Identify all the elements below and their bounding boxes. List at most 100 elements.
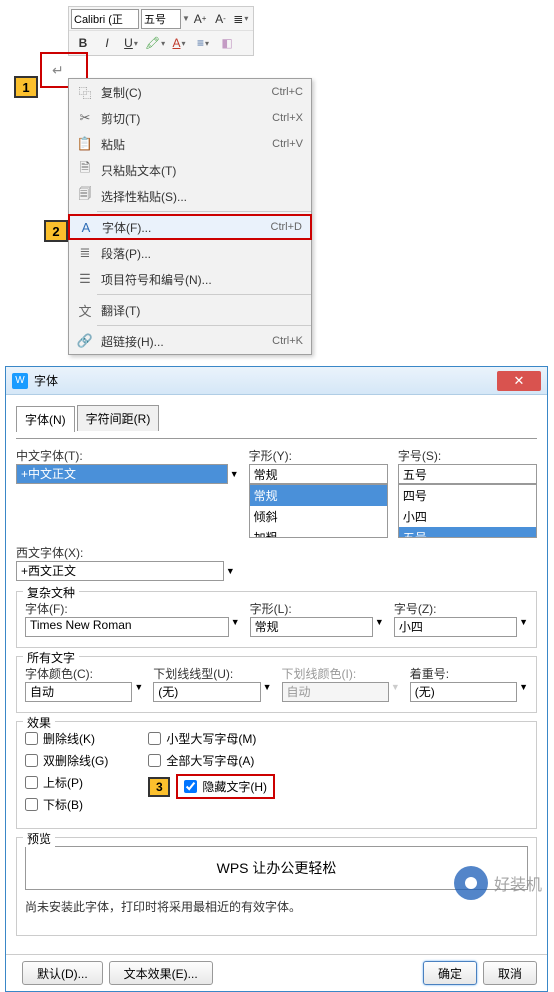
shrink-font-icon[interactable]: A- (210, 8, 230, 30)
annotation-marker-3: 3 (148, 777, 170, 797)
menu-hyperlink[interactable]: 🔗 超链接(H)... Ctrl+K (69, 328, 311, 354)
list-item: 四号 (399, 485, 536, 506)
close-button[interactable]: ✕ (497, 371, 541, 391)
line-spacing-icon[interactable]: ≣▾ (231, 8, 251, 30)
tab-spacing[interactable]: 字符间距(R) (77, 405, 160, 431)
size-label: 字号(S): (398, 447, 537, 464)
menu-paste-special[interactable]: 🗐 选择性粘贴(S)... (69, 183, 311, 209)
cn-font-label: 中文字体(T): (16, 447, 239, 464)
highlight-button[interactable]: 🖍▾ (143, 32, 167, 54)
bullets-icon: ☰ (75, 269, 95, 289)
small-caps-label: 小型大写字母(M) (166, 730, 256, 747)
dropdown-icon[interactable]: ▼ (231, 617, 240, 637)
superscript-check[interactable] (25, 776, 38, 789)
paste-special-icon: 🗐 (75, 186, 95, 206)
menu-bullets[interactable]: ☰ 项目符号和编号(N)... (69, 266, 311, 292)
paragraph-mark-icon: ↵ (52, 62, 64, 79)
all-caps-label: 全部大写字母(A) (166, 752, 254, 769)
complex-style-combo[interactable]: 常规 (250, 617, 373, 637)
dropdown-icon[interactable]: ▼ (230, 469, 239, 479)
font-size-select[interactable] (141, 9, 181, 29)
emphasis-label: 着重号: (410, 665, 528, 682)
subscript-check[interactable] (25, 798, 38, 811)
copy-icon: ⿻ (75, 82, 95, 102)
complex-style-label: 字形(L): (250, 600, 384, 617)
superscript-label: 上标(P) (43, 774, 83, 791)
text-effects-button[interactable]: 文本效果(E)... (109, 961, 213, 985)
menu-copy[interactable]: ⿻ 复制(C) Ctrl+C (69, 79, 311, 105)
style-label: 字形(Y): (249, 447, 388, 464)
eraser-icon[interactable]: ◧ (215, 32, 239, 54)
underline-style-combo[interactable]: (无) (153, 682, 260, 702)
menu-cut[interactable]: ✂ 剪切(T) Ctrl+X (69, 105, 311, 131)
effects-legend: 效果 (23, 714, 55, 731)
align-button[interactable]: ≡▾ (191, 32, 215, 54)
italic-button[interactable]: I (95, 32, 119, 54)
style-input[interactable] (249, 464, 388, 484)
underline-style-label: 下划线线型(U): (153, 665, 271, 682)
watermark-text: 好装机 (494, 871, 542, 895)
font-name-select[interactable] (71, 9, 139, 29)
dropdown-icon[interactable]: ▼ (375, 617, 384, 637)
double-strike-check[interactable] (25, 754, 38, 767)
preview-legend: 预览 (23, 830, 55, 847)
dropdown-icon[interactable]: ▼ (263, 682, 272, 702)
complex-font-combo[interactable]: Times New Roman (25, 617, 229, 637)
cancel-button[interactable]: 取消 (483, 961, 537, 985)
default-button[interactable]: 默认(D)... (22, 961, 103, 985)
context-menu: ⿻ 复制(C) Ctrl+C ✂ 剪切(T) Ctrl+X 📋 粘贴 Ctrl+… (68, 78, 312, 355)
dialog-titlebar: W 字体 ✕ (6, 367, 547, 395)
underline-color-combo: 自动 (282, 682, 389, 702)
all-caps-check[interactable] (148, 754, 161, 767)
font-color-button[interactable]: A▾ (167, 32, 191, 54)
complex-legend: 复杂文种 (23, 584, 79, 601)
menu-paste-text[interactable]: 🗎 只粘贴文本(T) (69, 157, 311, 183)
complex-size-combo[interactable]: 小四 (394, 617, 517, 637)
complex-font-label: 字体(F): (25, 600, 240, 617)
west-font-combo[interactable]: +西文正文 (16, 561, 224, 581)
style-listbox[interactable]: 常规 倾斜 加粗 (249, 484, 388, 538)
underline-button[interactable]: U▾ (119, 32, 143, 54)
dropdown-icon[interactable]: ▼ (519, 617, 528, 637)
dialog-title: 字体 (34, 372, 497, 389)
small-caps-check[interactable] (148, 732, 161, 745)
strikethrough-label: 删除线(K) (43, 730, 95, 747)
strikethrough-check[interactable] (25, 732, 38, 745)
menu-paragraph[interactable]: ≣ 段落(P)... (69, 240, 311, 266)
size-listbox[interactable]: 四号 小四 五号 (398, 484, 537, 538)
font-icon: A (76, 217, 96, 237)
watermark: 好装机 (454, 866, 542, 900)
menu-paste[interactable]: 📋 粘贴 Ctrl+V (69, 131, 311, 157)
subscript-label: 下标(B) (43, 796, 83, 813)
ok-button[interactable]: 确定 (423, 961, 477, 985)
preview-text: WPS 让办公更轻松 (25, 846, 528, 890)
dropdown-icon[interactable]: ▼ (134, 682, 143, 702)
hyperlink-icon: 🔗 (75, 331, 95, 351)
list-item: 常规 (250, 485, 387, 506)
grow-font-icon[interactable]: A+ (190, 8, 210, 30)
preview-note: 尚未安装此字体，打印时将采用最相近的有效字体。 (25, 898, 528, 915)
annotation-box-3: 隐藏文字(H) (176, 774, 275, 799)
west-font-label: 西文字体(X): (16, 544, 537, 561)
emphasis-combo[interactable]: (无) (410, 682, 517, 702)
tab-font[interactable]: 字体(N) (16, 406, 75, 432)
menu-font[interactable]: A 字体(F)... Ctrl+D (68, 214, 312, 240)
list-item: 小四 (399, 506, 536, 527)
paragraph-icon: ≣ (75, 243, 95, 263)
all-text-legend: 所有文字 (23, 649, 79, 666)
double-strike-label: 双删除线(G) (43, 752, 108, 769)
watermark-eye-icon (454, 866, 488, 900)
dropdown-icon[interactable]: ▼ (226, 566, 235, 576)
size-input[interactable] (398, 464, 537, 484)
app-icon: W (12, 373, 28, 389)
dropdown-icon[interactable]: ▼ (519, 682, 528, 702)
hidden-text-check[interactable] (184, 780, 197, 793)
dropdown-icon[interactable]: ▼ (182, 14, 190, 23)
font-color-combo[interactable]: 自动 (25, 682, 132, 702)
complex-size-label: 字号(Z): (394, 600, 528, 617)
all-text-fieldset: 所有文字 字体颜色(C): 自动▼ 下划线线型(U): (无)▼ 下划线颜色(I… (16, 656, 537, 713)
bold-button[interactable]: B (71, 32, 95, 54)
menu-translate[interactable]: 文 翻译(T) (69, 297, 311, 323)
cn-font-combo[interactable]: +中文正文 (16, 464, 228, 484)
list-item: 五号 (399, 527, 536, 538)
